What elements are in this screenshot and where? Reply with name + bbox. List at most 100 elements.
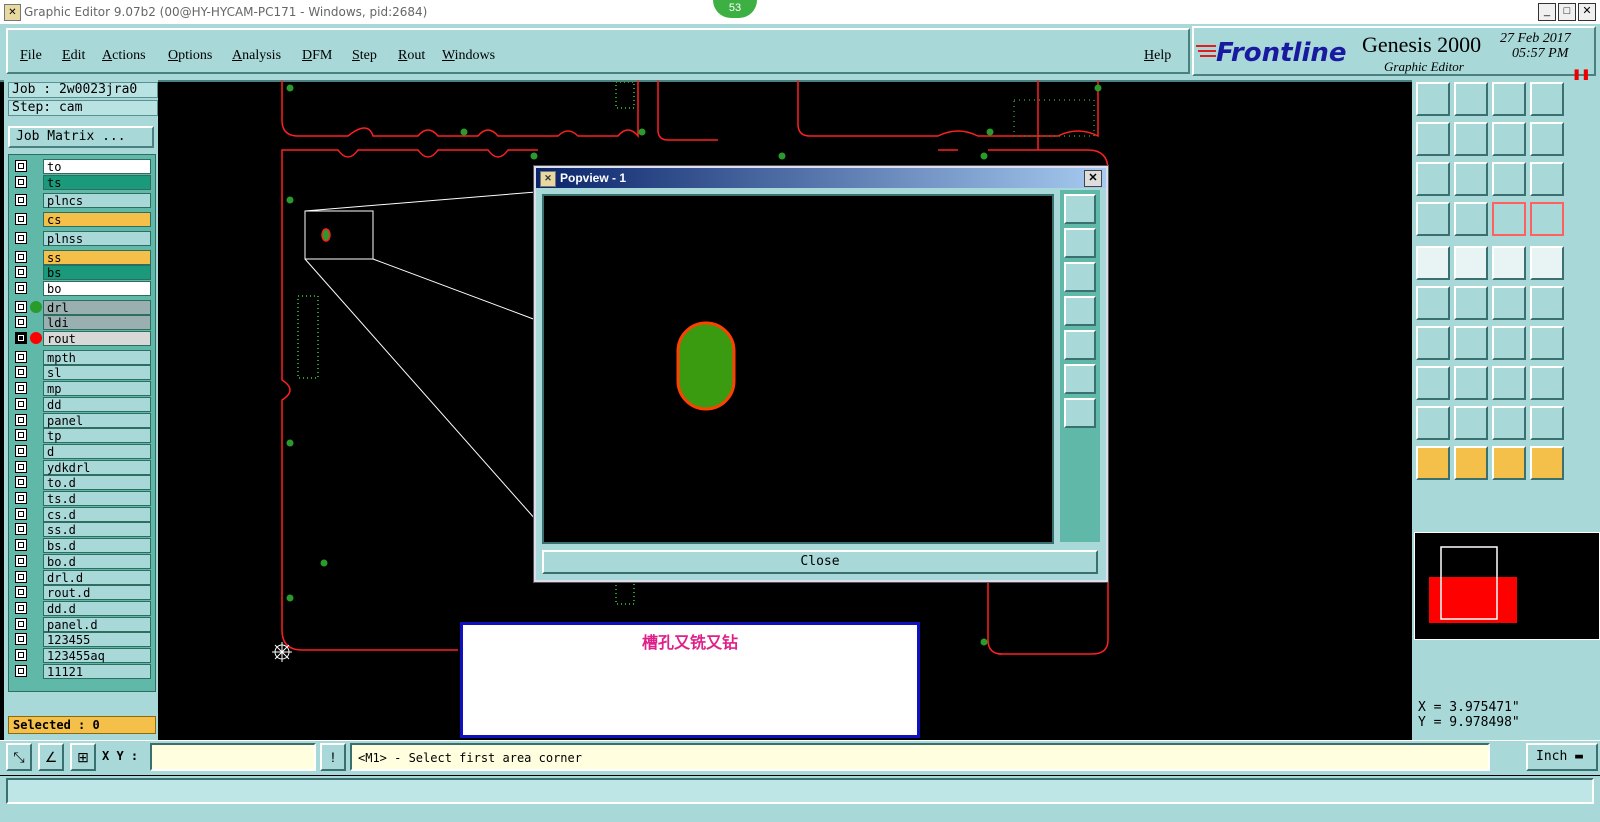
layer-row-bs[interactable]: bs bbox=[13, 265, 153, 281]
menu-file[interactable]: File bbox=[20, 48, 42, 64]
layer-row-11121[interactable]: 11121 bbox=[13, 663, 153, 679]
popview-fit-icon[interactable] bbox=[1064, 194, 1096, 224]
net-icon[interactable] bbox=[1530, 446, 1564, 480]
connect-icon[interactable] bbox=[1416, 286, 1450, 320]
layer-name[interactable]: bo bbox=[43, 280, 151, 296]
layer-row-123455aq[interactable]: 123455aq bbox=[13, 648, 153, 663]
layer-row-ss[interactable]: ss bbox=[13, 249, 153, 265]
triangle-up-icon[interactable] bbox=[1454, 406, 1488, 440]
ruler-icon[interactable] bbox=[1492, 246, 1526, 280]
layer-row-drl-d[interactable]: drl.d bbox=[13, 569, 153, 585]
layer-checkbox[interactable] bbox=[15, 397, 27, 410]
job-matrix-button[interactable]: Job Matrix ... bbox=[8, 126, 154, 148]
alert-icon[interactable]: ! bbox=[320, 743, 346, 771]
popview-close-button[interactable]: Close bbox=[542, 550, 1098, 574]
popview-pan-left-icon[interactable] bbox=[1064, 296, 1096, 326]
layer-row-rout-d[interactable]: rout.d bbox=[13, 585, 153, 601]
grid-icon[interactable]: ⊞ bbox=[70, 743, 96, 771]
select-line-icon[interactable] bbox=[1454, 246, 1488, 280]
edit-line-icon[interactable] bbox=[1454, 326, 1488, 360]
layer-name[interactable]: dd.d bbox=[43, 600, 151, 616]
layer-name[interactable]: dd bbox=[43, 396, 151, 412]
layer-checkbox[interactable] bbox=[15, 570, 27, 583]
layer-row-mpth[interactable]: mpth bbox=[13, 349, 153, 365]
layer-checkbox[interactable] bbox=[15, 160, 27, 172]
layer-name[interactable]: panel.d bbox=[43, 616, 151, 632]
layer-name[interactable]: to bbox=[43, 159, 151, 174]
layer-row-drl[interactable]: drl bbox=[13, 299, 153, 315]
layer-checkbox[interactable] bbox=[15, 649, 27, 661]
layer-name[interactable]: 123455aq bbox=[43, 648, 151, 663]
popview-close-icon[interactable]: ✕ bbox=[1084, 170, 1102, 187]
layer-row-sl[interactable]: sl bbox=[13, 365, 153, 381]
arch-out-icon[interactable] bbox=[1530, 406, 1564, 440]
layer-row-dd-d[interactable]: dd.d bbox=[13, 600, 153, 616]
menu-step[interactable]: Step bbox=[352, 48, 377, 64]
layer-checkbox[interactable] bbox=[15, 250, 27, 263]
layer-name[interactable]: plncs bbox=[43, 193, 151, 209]
layer-name[interactable]: rout.d bbox=[43, 585, 151, 601]
layer-name[interactable]: cs bbox=[43, 212, 151, 228]
layer-name[interactable]: rout bbox=[43, 331, 151, 346]
layer-name[interactable]: ts bbox=[43, 174, 151, 190]
menu-edit[interactable]: Edit bbox=[62, 48, 85, 64]
layer-checkbox[interactable] bbox=[15, 281, 27, 294]
layer-checkbox[interactable] bbox=[15, 332, 27, 344]
measure-box-icon[interactable] bbox=[1492, 366, 1526, 400]
minimap[interactable] bbox=[1414, 532, 1600, 640]
layer-name[interactable]: 11121 bbox=[43, 663, 151, 679]
layer-checkbox[interactable] bbox=[15, 460, 27, 473]
move-point-icon[interactable] bbox=[1492, 286, 1526, 320]
layer-name[interactable]: mpth bbox=[43, 349, 151, 365]
layer-checkbox[interactable] bbox=[15, 366, 27, 379]
fit-vertical-icon[interactable] bbox=[1416, 162, 1450, 196]
layer-row-bo[interactable]: bo bbox=[13, 280, 153, 296]
layer-row-cs-d[interactable]: cs.d bbox=[13, 506, 153, 522]
layer-checkbox[interactable] bbox=[15, 175, 27, 188]
popview-pan-up-icon[interactable] bbox=[1064, 228, 1096, 258]
layer-checkbox[interactable] bbox=[15, 300, 27, 313]
trim-icon[interactable] bbox=[1454, 366, 1488, 400]
layer-checkbox[interactable] bbox=[15, 617, 27, 630]
layer-row-rout[interactable]: rout bbox=[13, 331, 153, 346]
layer-name[interactable]: to.d bbox=[43, 475, 151, 491]
layer-checkbox[interactable] bbox=[15, 476, 27, 489]
pad-icon[interactable] bbox=[1530, 246, 1564, 280]
menu-help[interactable]: Help bbox=[1144, 48, 1171, 64]
layer-checkbox[interactable] bbox=[15, 194, 27, 207]
layer-name[interactable]: mp bbox=[43, 381, 151, 397]
layer-row-plnss[interactable]: plnss bbox=[13, 230, 153, 246]
layer-checkbox[interactable] bbox=[15, 413, 27, 426]
layer-row-bs-d[interactable]: bs.d bbox=[13, 538, 153, 554]
triangle-icon[interactable] bbox=[1416, 406, 1450, 440]
snap-icon[interactable] bbox=[1416, 246, 1450, 280]
layer-name[interactable]: bs.d bbox=[43, 538, 151, 554]
layer-name[interactable]: cs.d bbox=[43, 506, 151, 522]
layer-name[interactable]: tp bbox=[43, 428, 151, 444]
select-poly-icon[interactable] bbox=[1492, 446, 1526, 480]
arch-icon[interactable] bbox=[1492, 406, 1526, 440]
layer-name[interactable]: drl bbox=[43, 299, 151, 315]
rotate-icon[interactable] bbox=[1492, 326, 1526, 360]
units-selector[interactable]: Inch ▬ bbox=[1526, 743, 1598, 771]
layer-name[interactable]: ts.d bbox=[43, 491, 151, 506]
select-arrow-icon[interactable] bbox=[1416, 446, 1450, 480]
layer-row-ss-d[interactable]: ss.d bbox=[13, 522, 153, 538]
layer-name[interactable]: bo.d bbox=[43, 553, 151, 569]
cross-icon[interactable] bbox=[1454, 286, 1488, 320]
probe-icon[interactable] bbox=[1454, 202, 1488, 236]
layer-row-ts[interactable]: ts bbox=[13, 174, 153, 190]
layer-row-tp[interactable]: tp bbox=[13, 428, 153, 444]
layer-checkbox[interactable] bbox=[15, 507, 27, 520]
layer-checkbox[interactable] bbox=[15, 539, 27, 552]
close-window-button[interactable]: ✕ bbox=[1578, 3, 1596, 21]
layer-name[interactable]: ss bbox=[43, 249, 151, 265]
layer-name[interactable]: ydkdrl bbox=[43, 459, 151, 475]
menu-dfm[interactable]: DFM bbox=[302, 48, 332, 64]
layer-row-to-d[interactable]: to.d bbox=[13, 475, 153, 491]
layer-checkbox[interactable] bbox=[15, 444, 27, 457]
pan-up-icon[interactable] bbox=[1416, 82, 1450, 116]
fit-center-icon[interactable] bbox=[1454, 162, 1488, 196]
layer-checkbox[interactable] bbox=[15, 586, 27, 599]
move-pad-icon[interactable] bbox=[1530, 286, 1564, 320]
